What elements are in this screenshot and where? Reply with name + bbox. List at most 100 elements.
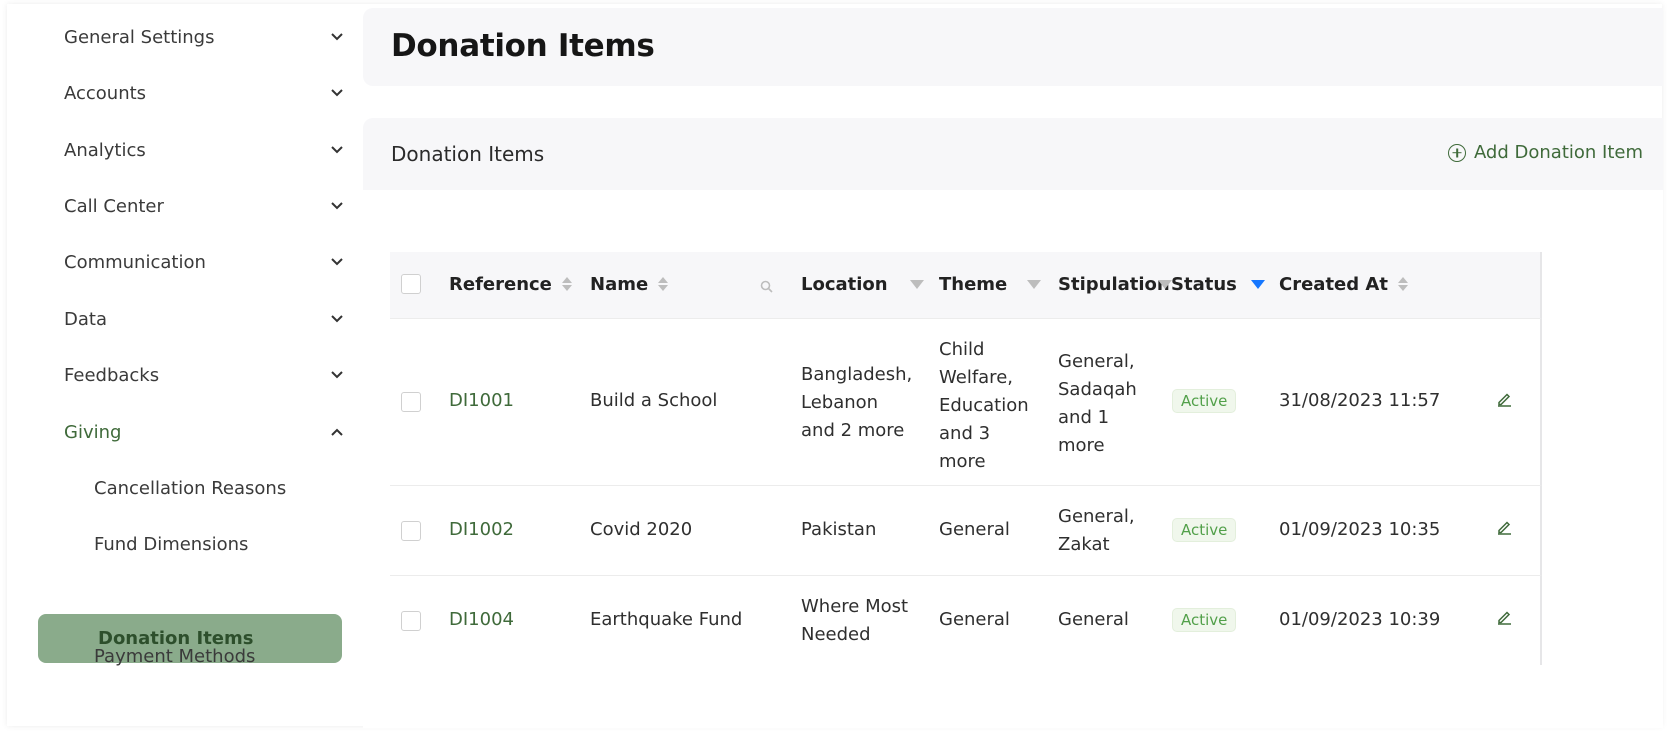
created-at: 31/08/2023 11:57	[1279, 390, 1441, 411]
column-header-label: Status	[1171, 273, 1237, 295]
location-cell: Bangladesh, Lebanon and 2 more	[801, 361, 912, 445]
theme-line: General	[939, 519, 1010, 540]
row-checkbox[interactable]	[401, 521, 421, 541]
stipulation-line: Sadaqah	[1058, 379, 1137, 400]
filter-icon[interactable]	[1157, 279, 1172, 289]
chevron-down-icon	[330, 312, 344, 326]
sidebar-item-giving[interactable]: Giving	[64, 418, 344, 446]
item-name: Build a School	[590, 390, 718, 411]
chevron-down-icon	[330, 255, 344, 269]
column-location[interactable]: Location	[801, 270, 924, 298]
theme-line: General	[939, 609, 1010, 630]
column-header-label: Theme	[939, 273, 1008, 295]
stipulation-cell: General	[1058, 606, 1129, 634]
sidebar-item-general-settings[interactable]: General Settings	[64, 23, 344, 51]
theme-cell: General	[939, 516, 1010, 544]
stipulation-cell: General, Zakat	[1058, 503, 1135, 559]
column-name[interactable]: Name	[590, 270, 669, 298]
filter-icon[interactable]	[909, 279, 924, 289]
sidebar-item-accounts[interactable]: Accounts	[64, 79, 344, 107]
filter-icon[interactable]	[1027, 279, 1042, 289]
sidebar-item-label: Analytics	[64, 139, 146, 161]
theme-cell: General	[939, 606, 1010, 634]
sidebar-subitem-fund-dimensions[interactable]: Fund Dimensions	[94, 530, 248, 558]
row-checkbox[interactable]	[401, 392, 421, 412]
item-name: Covid 2020	[590, 519, 693, 540]
created-at: 01/09/2023 10:35	[1279, 519, 1441, 540]
chevron-up-icon	[330, 425, 344, 439]
stipulation-cell: General, Sadaqah and 1 more	[1058, 348, 1137, 460]
column-created-at[interactable]: Created At	[1279, 270, 1408, 298]
table-row[interactable]: DI1002 Covid 2020 Pakistan General Gener…	[390, 485, 1542, 575]
stipulation-line: and 1	[1058, 407, 1110, 428]
sidebar-item-analytics[interactable]: Analytics	[64, 136, 344, 164]
sidebar-item-label: Communication	[64, 251, 206, 273]
location-cell: Pakistan	[801, 516, 876, 544]
table-row[interactable]: DI1004 Earthquake Fund Where Most Needed…	[390, 575, 1542, 665]
page-header: Donation Items	[363, 8, 1663, 86]
location-line: Needed	[801, 624, 871, 645]
sidebar-item-data[interactable]: Data	[64, 305, 344, 333]
reference-link[interactable]: DI1001	[449, 387, 514, 415]
column-stipulation[interactable]: Stipulation	[1058, 270, 1172, 298]
location-line: Bangladesh,	[801, 364, 913, 385]
reference-link[interactable]: DI1004	[449, 606, 514, 634]
sidebar-item-label: Call Center	[64, 195, 164, 217]
add-donation-item-label: Add Donation Item	[1473, 142, 1643, 163]
column-header-label: Reference	[449, 273, 552, 295]
sidebar-item-feedbacks[interactable]: Feedbacks	[64, 361, 344, 389]
sidebar-subitem-payment-methods[interactable]: Payment Methods	[94, 642, 255, 670]
sidebar-item-label: Data	[64, 308, 107, 330]
item-name: Earthquake Fund	[590, 609, 743, 630]
chevron-down-icon	[330, 30, 344, 44]
sidebar-item-label: Accounts	[64, 82, 147, 104]
card-header: Donation Items Add Donation Item	[363, 118, 1663, 190]
column-status[interactable]: Status	[1171, 270, 1265, 298]
sort-icon[interactable]	[658, 277, 669, 291]
sidebar-subitem-cancellation-reasons[interactable]: Cancellation Reasons	[94, 474, 286, 502]
sidebar: General Settings Accounts Analytics Call…	[0, 0, 370, 733]
edit-icon[interactable]	[1496, 608, 1514, 626]
add-circle-icon	[1447, 143, 1466, 162]
card-title: Donation Items	[391, 142, 545, 166]
column-header-label: Created At	[1279, 273, 1388, 295]
sidebar-item-call-center[interactable]: Call Center	[64, 192, 344, 220]
reference-link[interactable]: DI1002	[449, 516, 514, 544]
theme-line: Welfare,	[939, 367, 1013, 388]
row-checkbox[interactable]	[401, 611, 421, 631]
location-cell: Where Most Needed	[801, 593, 908, 649]
chevron-down-icon	[330, 368, 344, 382]
location-line: Where Most	[801, 596, 909, 617]
status-badge: Active	[1172, 518, 1237, 542]
column-header-label: Stipulation	[1058, 273, 1170, 295]
search-icon[interactable]	[760, 278, 773, 293]
status-badge: Active	[1172, 608, 1237, 632]
sidebar-item-label: Feedbacks	[64, 364, 160, 386]
add-donation-item-button[interactable]: Add Donation Item	[1447, 142, 1643, 163]
chevron-down-icon	[330, 199, 344, 213]
table-row[interactable]: DI1001 Build a School Bangladesh, Lebano…	[390, 318, 1542, 485]
sidebar-item-communication[interactable]: Communication	[64, 248, 344, 276]
created-at: 01/09/2023 10:39	[1279, 609, 1441, 630]
column-reference[interactable]: Reference	[449, 270, 572, 298]
column-header-label: Location	[801, 273, 888, 295]
sort-icon[interactable]	[561, 277, 572, 291]
page-title: Donation Items	[391, 28, 655, 64]
theme-cell: Child Welfare, Education and 3 more	[939, 336, 1029, 476]
status-badge: Active	[1172, 389, 1237, 413]
theme-line: Education	[939, 395, 1029, 416]
column-theme[interactable]: Theme	[939, 270, 1042, 298]
filter-active-icon[interactable]	[1250, 279, 1265, 289]
sort-icon[interactable]	[1397, 277, 1408, 291]
sidebar-item-label: Giving	[64, 421, 122, 443]
theme-line: and 3	[939, 423, 991, 444]
select-all-checkbox[interactable]	[401, 274, 421, 294]
theme-line: Child	[939, 339, 985, 360]
location-line: Pakistan	[801, 519, 877, 540]
location-line: Lebanon	[801, 392, 879, 413]
edit-icon[interactable]	[1496, 518, 1514, 536]
chevron-down-icon	[330, 86, 344, 100]
edit-icon[interactable]	[1496, 390, 1514, 408]
stipulation-line: General,	[1058, 351, 1135, 372]
location-line: and 2 more	[801, 420, 905, 441]
